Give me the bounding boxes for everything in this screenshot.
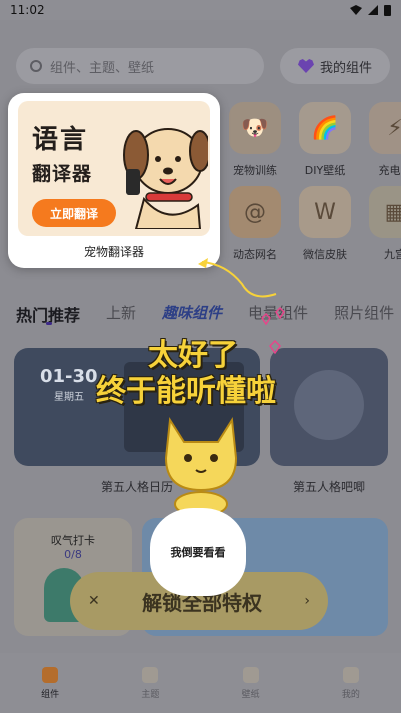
grid-item-diy-wallpaper[interactable]: 🌈 DIY壁纸 (295, 102, 355, 178)
translator-banner: 语言 翻译器 立即翻译 (18, 101, 210, 236)
signal-icon (368, 5, 378, 15)
grid-label: 九宫 (384, 248, 401, 261)
status-bar: 11:02 (0, 0, 401, 20)
battery-icon (384, 4, 391, 16)
close-icon[interactable]: ✕ (88, 593, 100, 609)
profile-icon (342, 666, 359, 683)
nav-label: 壁纸 (241, 689, 260, 700)
heart-icon (297, 59, 314, 73)
status-icons (350, 4, 391, 16)
dog-icon: 🐶 (229, 102, 281, 154)
nav-profile[interactable]: 我的 (341, 666, 360, 700)
hearts-doodle (261, 306, 285, 355)
grid-label: 宠物训练 (233, 164, 277, 177)
nav-label: 我的 (341, 689, 360, 700)
cat-mascot (164, 417, 238, 516)
wifi-icon (350, 5, 362, 15)
arrow-doodle (198, 258, 277, 298)
overlay-subheadline: 终于能听懂啦 (96, 374, 276, 409)
card-caption: 第五人格吧唧 (292, 480, 365, 494)
tab-photo[interactable]: 照片组件 (334, 302, 394, 326)
status-time: 11:02 (10, 3, 45, 17)
nav-wallpapers[interactable]: 壁纸 (241, 666, 260, 700)
card-clock: 01-30 (40, 366, 98, 387)
chevron-right-icon: › (304, 593, 310, 609)
nav-label: 组件 (41, 689, 60, 700)
grid-label: 充电动 (378, 164, 401, 177)
badge-image (294, 370, 364, 440)
my-widgets-label: 我的组件 (319, 60, 372, 76)
charge-icon: ⚡ (369, 102, 401, 154)
grid-item-nine-grid[interactable]: ▦ 九宫 (365, 186, 401, 262)
nav-widgets[interactable]: 组件 (41, 666, 60, 700)
grid-item-wechat-skin[interactable]: W 微信皮肤 (295, 186, 355, 262)
widget-icon (42, 666, 59, 683)
grid-icon: ▦ (369, 186, 401, 238)
nav-themes[interactable]: 主题 (141, 666, 160, 700)
translate-now-button[interactable]: 立即翻译 (32, 199, 116, 227)
my-widgets-button[interactable]: 我的组件 (280, 48, 390, 84)
bottom-nav: 组件 主题 壁纸 我的 (0, 653, 401, 713)
w-icon: W (299, 186, 351, 238)
translator-caption: 宠物翻译器 (83, 245, 144, 259)
checkin-count: 0/8 (64, 548, 82, 561)
rainbow-icon: 🌈 (299, 102, 351, 154)
grid-label: DIY壁纸 (304, 164, 346, 177)
grid-item-charge[interactable]: ⚡ 充电动 (365, 102, 401, 178)
at-icon: @ (229, 186, 281, 238)
theme-icon (142, 666, 159, 683)
search-input[interactable]: 组件、主题、壁纸 (16, 48, 264, 84)
wallpaper-icon (242, 666, 259, 683)
search-placeholder: 组件、主题、壁纸 (50, 60, 155, 76)
search-icon (30, 60, 42, 72)
dog-illustration (123, 128, 208, 229)
tab-underline (46, 322, 52, 325)
speech-bubble: 我倒要看看 (150, 508, 246, 596)
grid-item-dynamic-name[interactable]: @ 动态网名 (225, 186, 285, 262)
tab-new[interactable]: 上新 (106, 302, 136, 326)
nav-label: 主题 (141, 689, 160, 700)
grid-item-pet-training[interactable]: 🐶 宠物训练 (225, 102, 285, 178)
translator-title: 语言 (32, 125, 89, 155)
checkin-title: 叹气打卡 (51, 534, 95, 547)
translator-subtitle: 翻译器 (32, 163, 93, 185)
pet-translator-widget[interactable]: 语言 翻译器 立即翻译 宠物翻译器 (8, 93, 220, 268)
grid-label: 微信皮肤 (303, 248, 347, 261)
card-weekday: 星期五 (54, 392, 84, 403)
